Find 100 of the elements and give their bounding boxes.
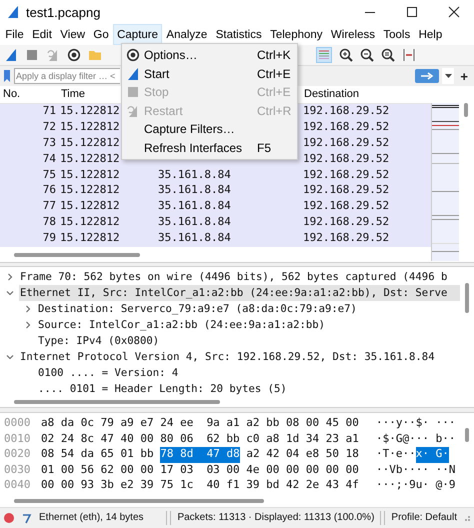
ascii-text[interactable]: ··Vb···· ··N — [376, 462, 456, 478]
shortcut-text: Ctrl+E — [257, 85, 292, 100]
hex-offset: 0000 — [3, 416, 32, 431]
menu-item[interactable]: Edit — [28, 24, 56, 45]
table-cell-text: 35.161.8.84 — [157, 215, 231, 230]
table-cell-text: 74 — [42, 152, 57, 167]
tree-item[interactable]: Internet Protocol Version 4, Src: 192.168.29.52, Dst: 35.161.8.84 — [19, 349, 460, 365]
expand-chevron-icon[interactable] — [23, 320, 33, 330]
tree-item[interactable]: Source: IntelCor_a1:a2:bb (24:ee:9a:a1:a2:bb) — [37, 317, 460, 333]
restart-icon — [126, 104, 140, 118]
table-cell-text: 15.122812 — [59, 104, 120, 119]
hex-bytes[interactable]: 01 00 56 62 00 00 17 03 03 00 4e 00 00 00 00 00 — [41, 462, 359, 478]
table-cell-text: 35.161.8.84 — [157, 231, 231, 246]
menu-item[interactable]: Analyze — [162, 24, 212, 45]
circle-icon[interactable] — [3, 512, 15, 524]
shark-fin-icon[interactable] — [4, 48, 18, 62]
add-filter-button[interactable]: + — [457, 68, 471, 84]
scrollbar-thumb[interactable] — [465, 283, 469, 313]
menu-item[interactable]: Telephony — [266, 24, 327, 45]
menu-item[interactable]: Capture — [112, 24, 162, 45]
table-cell-text: 75 — [42, 168, 57, 183]
hex-bytes[interactable]: a2 42 04 e8 50 18 — [240, 447, 359, 462]
ascii-text[interactable]: ·$·G@··· b·· — [376, 432, 456, 447]
scrollbar-thumb[interactable] — [14, 400, 220, 404]
stop-square-icon — [126, 85, 140, 100]
scrollbar-thumb[interactable] — [14, 499, 264, 503]
ascii-text[interactable]: ···;·9u· @·9 — [376, 478, 456, 494]
menu-item[interactable]: File — [1, 24, 28, 45]
column-header[interactable]: Time — [58, 88, 86, 100]
target-icon — [126, 48, 140, 62]
shortcut-text: Ctrl+R — [257, 104, 292, 118]
shortcut-text: Ctrl+E — [257, 66, 292, 81]
expand-chevron-icon[interactable] — [23, 304, 33, 314]
menu-item[interactable]: Refresh Interfaces — [144, 140, 257, 155]
shortcut-text: Ctrl+K — [257, 48, 292, 62]
filter-dropdown-button[interactable] — [442, 68, 454, 84]
hex-bytes[interactable]: 78 8d 47 d8 — [160, 447, 240, 462]
maximize-icon[interactable] — [406, 6, 418, 18]
menu-item[interactable]: Capture Filters… — [144, 122, 297, 136]
zoom-out-icon[interactable] — [360, 48, 374, 62]
tree-item[interactable]: 0100 .... = Version: 4 — [37, 365, 460, 381]
column-header[interactable]: No. — [0, 88, 20, 100]
table-cell-text: 15.122812 — [59, 215, 120, 230]
ascii-text[interactable]: ·T·e·· — [376, 447, 416, 462]
table-cell-text: 192.168.29.52 — [302, 136, 390, 151]
caret-icon — [444, 74, 452, 78]
table-cell-text: 73 — [42, 136, 57, 151]
bookmark-icon[interactable] — [3, 69, 11, 83]
tree-item[interactable]: Type: IPv4 (0x0800) — [37, 333, 460, 349]
ascii-text[interactable]: x· G· — [416, 447, 449, 462]
menu-item[interactable]: View — [56, 24, 90, 45]
hex-bytes[interactable]: 00 00 93 3b e2 39 75 1c 40 f1 39 bd 42 2e 43 4f — [41, 478, 359, 494]
close-icon[interactable] — [448, 6, 460, 18]
table-cell-text: 35.161.8.84 — [157, 183, 231, 198]
resize-grip-icon — [463, 514, 471, 522]
scrollbar-thumb[interactable] — [14, 252, 140, 257]
zoom-in-icon[interactable] — [339, 48, 353, 62]
filter-field[interactable]: Apply a display filter … < — [14, 68, 120, 84]
target-icon[interactable] — [67, 48, 81, 62]
menu-item[interactable]: Statistics — [212, 24, 266, 45]
packet-minimap[interactable] — [431, 103, 459, 261]
scrollbar-thumb[interactable] — [465, 428, 469, 442]
status-text: Profile: Default — [391, 512, 457, 523]
status-text: Ethernet (eth), 14 bytes — [39, 512, 145, 523]
restart-icon[interactable] — [46, 48, 60, 62]
hex-bytes[interactable]: a8 da 0c 79 a9 e7 24 ee 9a a1 a2 bb 08 00 45 00 — [41, 416, 359, 432]
status-text: Packets: 11313 · Displayed: 11313 (100.0%) — [177, 512, 374, 523]
hex-bytes[interactable]: 02 24 8c 47 40 00 80 06 62 bb c0 a8 1d 34 23 a1 — [41, 432, 359, 447]
hex-bytes[interactable]: 08 54 da 65 01 bb — [41, 447, 160, 462]
table-cell-text: 15.122812 — [59, 152, 120, 167]
table-cell-text: 15.122812 — [59, 183, 120, 198]
tree-item[interactable]: Ethernet II, Src: IntelCor_a1:a2:bb (24:ee:9a:a1:a2:bb), Dst: Serve — [19, 285, 460, 301]
table-cell-text: 77 — [42, 199, 57, 214]
hex-offset: 0030 — [3, 462, 32, 478]
stop-square-icon[interactable] — [25, 48, 39, 62]
menu-item[interactable]: Start — [144, 66, 257, 81]
zoom-reset-icon[interactable] — [381, 48, 395, 62]
collapse-chevron-icon[interactable] — [5, 288, 15, 298]
menu-item[interactable]: Tools — [379, 24, 414, 45]
resize-columns-icon[interactable] — [402, 48, 416, 62]
colored-lines-icon[interactable] — [316, 47, 332, 63]
menu-item[interactable]: Options… — [144, 48, 257, 62]
scrollbar-thumb[interactable] — [464, 103, 468, 117]
menu-item[interactable]: Help — [414, 24, 446, 45]
expand-chevron-icon[interactable] — [5, 272, 15, 282]
table-cell-text: 78 — [42, 215, 57, 230]
table-cell-text: 72 — [42, 120, 57, 135]
table-cell-text: 192.168.29.52 — [302, 104, 390, 119]
table-cell-text: 15.122812 — [59, 168, 120, 183]
menu-item[interactable]: Go — [89, 24, 113, 45]
table-cell-text: 35.161.8.84 — [157, 199, 231, 214]
menu-item[interactable]: Wireless — [326, 24, 380, 45]
table-cell-text: 192.168.29.52 — [302, 231, 390, 246]
column-header[interactable]: Destination — [301, 88, 360, 100]
tree-item[interactable]: Destination: Serverco_79:a9:e7 (a8:da:0c:79:a9:e7) — [37, 301, 460, 317]
tree-item[interactable]: .... 0101 = Header Length: 20 bytes (5) — [37, 381, 460, 397]
collapse-chevron-icon[interactable] — [5, 352, 15, 362]
ascii-text[interactable]: ···y··$· ··· — [376, 416, 456, 432]
shark-fin-icon — [6, 5, 20, 19]
tree-item[interactable]: Frame 70: 562 bytes on wire (4496 bits), 562 bytes captured (4496 b — [19, 269, 460, 285]
